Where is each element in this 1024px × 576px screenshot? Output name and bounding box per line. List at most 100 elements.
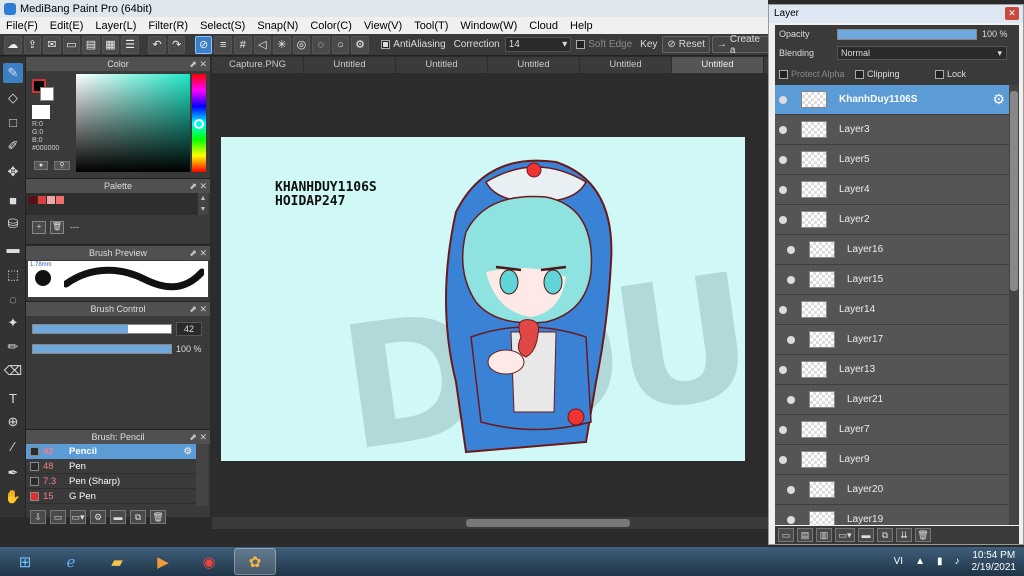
undo-icon[interactable]: ↶ xyxy=(148,35,166,54)
layer-row[interactable]: Layer7 xyxy=(775,415,1009,445)
soft-edge-checkbox[interactable] xyxy=(576,39,586,49)
transparent-swatch[interactable] xyxy=(32,105,50,119)
select-pen-icon[interactable]: ✏ xyxy=(3,337,23,357)
concentric-icon[interactable]: ◎ xyxy=(292,35,311,54)
panel-controls-icon[interactable]: ⬈ ✕ xyxy=(189,246,207,260)
circle-snap-icon[interactable]: ○ xyxy=(331,35,350,54)
menu-cloud[interactable]: Cloud xyxy=(523,20,564,32)
eye-visibility-icon[interactable] xyxy=(779,305,787,314)
snap-off-icon[interactable]: ⊘ xyxy=(194,35,213,54)
eye-visibility-icon[interactable] xyxy=(779,155,787,164)
document-icon[interactable]: ▤ xyxy=(82,35,100,54)
brush-tool-icon[interactable]: ✎ xyxy=(3,63,23,83)
canvas-horizontal-scrollbar[interactable] xyxy=(212,517,768,529)
fill-rect-icon[interactable]: ■ xyxy=(3,190,23,210)
soft-edge-toggle[interactable]: Soft Edge xyxy=(573,39,635,50)
eyedropper-icon[interactable]: ⁄ xyxy=(3,436,23,456)
layer-list-scrollbar[interactable] xyxy=(1009,85,1019,525)
brush-list-item[interactable]: 42 Pencil ⚙ xyxy=(26,444,196,459)
add-palette-icon[interactable]: + xyxy=(32,221,46,234)
language-indicator[interactable]: VI xyxy=(894,556,903,567)
panel-controls-icon[interactable]: ⬈ ✕ xyxy=(189,179,207,193)
antialias-toggle[interactable]: AntiAliasing xyxy=(378,39,448,50)
brush-list-item[interactable]: 7.3 Pen (Sharp) xyxy=(26,474,196,489)
magic-wand-icon[interactable]: ✦ xyxy=(3,313,23,333)
scroll-thumb[interactable] xyxy=(466,519,630,527)
clipping-toggle[interactable]: Clipping xyxy=(855,69,931,80)
layer-row[interactable]: Layer20 xyxy=(775,475,1009,505)
eye-visibility-icon[interactable] xyxy=(779,425,787,434)
palette-swatch[interactable] xyxy=(56,196,64,204)
bucket-tool-icon[interactable]: ⛁ xyxy=(3,214,23,234)
eye-visibility-icon[interactable] xyxy=(787,275,795,284)
grid-snap-icon[interactable]: # xyxy=(233,35,252,54)
scroll-thumb[interactable] xyxy=(1010,91,1018,291)
brush-opacity-slider[interactable] xyxy=(32,344,172,354)
menu-edit[interactable]: Edit(E) xyxy=(44,20,90,32)
download-brush-icon[interactable]: ⇩ xyxy=(30,510,46,524)
layer-row[interactable]: KhanhDuy1106S ⚙ xyxy=(775,85,1009,115)
antialias-checkbox[interactable] xyxy=(381,39,391,49)
add-brush-icon[interactable]: ▭▾ xyxy=(70,510,86,524)
eye-visibility-icon[interactable] xyxy=(779,125,787,134)
menu-help[interactable]: Help xyxy=(564,20,599,32)
duplicate-icon[interactable]: ⧉ xyxy=(130,510,146,524)
brush-list-item[interactable]: 48 Pen xyxy=(26,459,196,474)
duplicate-icon[interactable]: ⧉ xyxy=(877,528,893,542)
tab-untitled[interactable]: Untitled xyxy=(488,57,580,73)
divide-tool-icon[interactable]: ⊕ xyxy=(3,412,23,432)
menu-view[interactable]: View(V) xyxy=(358,20,408,32)
layer-row[interactable]: Layer5 xyxy=(775,145,1009,175)
palette-swatch[interactable] xyxy=(47,196,55,204)
eraser-tool-icon[interactable]: ◇ xyxy=(3,88,23,108)
tab-untitled[interactable]: Untitled xyxy=(304,57,396,73)
brush-size-slider[interactable] xyxy=(32,324,172,334)
panel-controls-icon[interactable]: ⬈ ✕ xyxy=(189,430,207,444)
layer-row[interactable]: Layer2 xyxy=(775,205,1009,235)
eye-visibility-icon[interactable] xyxy=(787,515,795,524)
layer-row[interactable]: Layer17 xyxy=(775,325,1009,355)
comment-icon[interactable]: ✉ xyxy=(43,35,61,54)
layer-row[interactable]: Layer15 xyxy=(775,265,1009,295)
grid-view-icon[interactable]: ▦ xyxy=(101,35,120,54)
eyedrop-color-icon[interactable]: ⚲ xyxy=(54,161,70,170)
lock-toggle[interactable]: Lock xyxy=(935,69,966,80)
file-explorer-icon[interactable]: ▰ xyxy=(96,548,138,575)
medibang-taskbar-icon[interactable]: ✿ xyxy=(234,548,276,575)
eye-visibility-icon[interactable] xyxy=(779,455,787,464)
palette-swatch[interactable] xyxy=(29,196,37,204)
merge-down-icon[interactable]: ⇊ xyxy=(896,528,912,542)
layer-row[interactable]: Layer9 xyxy=(775,445,1009,475)
eye-visibility-icon[interactable] xyxy=(787,335,795,344)
layer-row[interactable]: Layer14 xyxy=(775,295,1009,325)
eye-visibility-icon[interactable] xyxy=(787,395,795,404)
folder-icon[interactable]: ▬ xyxy=(110,510,126,524)
blending-select[interactable]: Normal ▾ xyxy=(837,46,1007,60)
new-8bit-layer-icon[interactable]: ▤ xyxy=(797,528,813,542)
rect-tool-icon[interactable]: □ xyxy=(3,112,23,132)
move-tool-icon[interactable]: ✥ xyxy=(3,162,23,182)
cloud-icon[interactable]: ☁ xyxy=(4,35,22,54)
trash-icon[interactable]: 🗑 xyxy=(915,528,931,542)
start-button[interactable]: ⊞ xyxy=(4,548,46,575)
layer-row[interactable]: Layer4 xyxy=(775,175,1009,205)
pen-nib-icon[interactable]: ✒ xyxy=(3,463,23,483)
lasso-tool-icon[interactable]: ◌ xyxy=(3,289,23,309)
layer-row[interactable]: Layer13 xyxy=(775,355,1009,385)
layer-row[interactable]: Layer21 xyxy=(775,385,1009,415)
chrome-icon[interactable]: ◉ xyxy=(188,548,230,575)
clock[interactable]: 10:54 PM 2/19/2021 xyxy=(972,550,1017,574)
select-eraser-icon[interactable]: ⌫ xyxy=(3,361,23,381)
reset-button[interactable]: ⊘ Reset xyxy=(662,36,710,53)
menu-tool[interactable]: Tool(T) xyxy=(408,20,454,32)
background-color[interactable] xyxy=(40,87,54,101)
menu-file[interactable]: File(F) xyxy=(0,20,44,32)
eye-visibility-icon[interactable] xyxy=(779,185,787,194)
perspective-icon[interactable]: ◁ xyxy=(253,35,272,54)
eye-visibility-icon[interactable] xyxy=(779,365,787,374)
dot-pen-icon[interactable]: ✐ xyxy=(3,136,23,156)
curve-snap-icon[interactable]: ◌ xyxy=(312,35,330,54)
brush-list-scrollbar[interactable] xyxy=(196,444,208,506)
eye-visibility-icon[interactable] xyxy=(779,215,787,224)
gear-icon[interactable]: ⚙ xyxy=(992,91,1005,108)
